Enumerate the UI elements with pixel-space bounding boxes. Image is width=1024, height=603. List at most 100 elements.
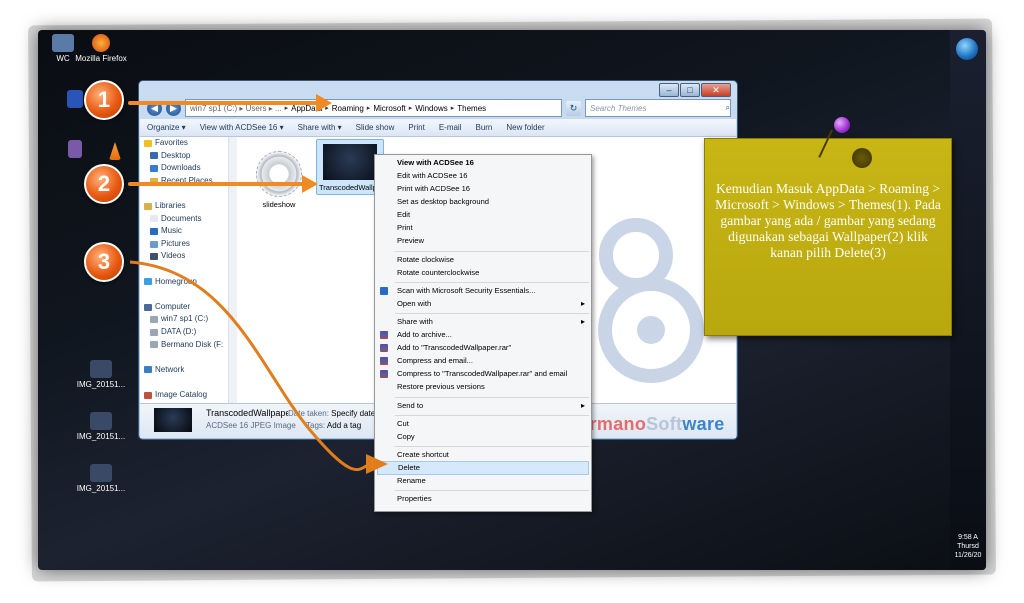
menu-edit[interactable]: Edit [375,209,591,221]
menu-properties[interactable]: Properties [375,493,591,505]
desktop-icon-vlc[interactable] [88,142,142,162]
nav-libraries[interactable]: Libraries [140,200,228,213]
system-clock[interactable]: 9:58 A Thursd 11/26/20 [950,533,986,560]
breadcrumb-roaming[interactable]: Roaming [332,104,364,113]
menu-compress-email[interactable]: Compress and email... [375,355,591,367]
arrow-head-2 [302,175,318,193]
search-icon: ⌕ [725,103,730,112]
menu-add-rar[interactable]: Add to "TranscodedWallpaper.rar" [375,342,591,354]
menu-print[interactable]: Print [375,222,591,234]
menu-send-to[interactable]: Send to [375,400,591,412]
menu-scan[interactable]: Scan with Microsoft Security Essentials.… [375,285,591,297]
menu-delete[interactable]: Delete [377,461,589,475]
context-menu: View with ACDSee 16 Edit with ACDSee 16 … [374,154,592,512]
arrow-step-2 [128,182,304,186]
menu-label: Compress to "TranscodedWallpaper.rar" an… [397,369,568,378]
start-button[interactable] [956,38,978,60]
print-button[interactable]: Print [401,123,431,132]
minimize-button[interactable]: – [659,83,679,97]
menu-rotate-cw[interactable]: Rotate clockwise [375,254,591,266]
image-file-icon [90,360,112,378]
nav-documents[interactable]: Documents [140,213,228,226]
menu-preview[interactable]: Preview [375,235,591,247]
menu-label: Add to "TranscodedWallpaper.rar" [397,343,512,352]
menu-separator [395,446,589,447]
menu-print-acdsee[interactable]: Print with ACDSee 16 [375,183,591,195]
menu-copy[interactable]: Copy [375,431,591,443]
downloads-icon [150,164,158,172]
menu-separator [395,251,589,252]
menu-set-desktop-bg[interactable]: Set as desktop background [375,196,591,208]
menu-add-archive[interactable]: Add to archive... [375,329,591,341]
breadcrumb-separator: ▸ [450,105,455,112]
desktop-icon-firefox[interactable]: Mozilla Firefox [74,34,128,63]
nav-label: Music [161,226,182,236]
organize-button[interactable]: Organize ▾ [140,123,193,132]
breadcrumb-separator: ▸ [408,105,413,112]
menu-share-with[interactable]: Share with [375,316,591,328]
menu-restore-versions[interactable]: Restore previous versions [375,381,591,393]
desktop-icon-label: Mozilla Firefox [75,54,127,63]
settings-file-icon [256,151,302,197]
slide-show-button[interactable]: Slide show [349,123,402,132]
menu-scan-label: Scan with Microsoft Security Essentials.… [397,286,536,295]
file-label: slideshow [262,200,296,209]
burn-button[interactable]: Burn [468,123,499,132]
nav-pictures[interactable]: Pictures [140,238,228,251]
arrow-step-3-curve [129,260,388,474]
nav-desktop[interactable]: Desktop [140,150,228,163]
menu-cut[interactable]: Cut [375,418,591,430]
menu-label: Compress and email... [397,356,473,365]
menu-separator [395,397,589,398]
close-button[interactable]: ✕ [701,83,731,97]
breadcrumb-windows[interactable]: Windows [415,104,447,113]
breadcrumb-microsoft[interactable]: Microsoft [373,104,405,113]
pin-hole-icon [852,148,872,168]
note-text: Kemudian Masuk AppData > Roaming > Micro… [715,181,941,260]
bermano-logo-icon [598,218,704,383]
share-with-button[interactable]: Share with ▾ [291,123,349,132]
music-icon [150,227,158,235]
menu-rotate-ccw[interactable]: Rotate counterclockwise [375,267,591,279]
clock-date: 11/26/20 [954,552,982,559]
nav-label: Desktop [161,150,191,160]
nav-label: Downloads [161,163,201,173]
desktop-icon-label: WC [56,54,70,63]
nav-label: Pictures [161,238,190,248]
documents-icon [150,215,158,223]
file-slideshow[interactable]: slideshow [248,149,310,209]
maximize-button[interactable]: □ [680,83,700,97]
search-input[interactable]: Search Themes ⌕ [585,99,731,117]
breadcrumb-themes[interactable]: Themes [457,104,486,113]
desktop-icon-label: IMG_20151... [76,432,126,441]
taskbar: 9:58 A Thursd 11/26/20 [950,30,986,570]
nav-downloads[interactable]: Downloads [140,162,228,175]
command-toolbar: Organize ▾ View with ACDSee 16 ▾ Share w… [140,119,736,137]
menu-rename[interactable]: Rename [375,475,591,487]
watermark-part3: ware [682,414,725,434]
clock-time: 9:58 A [958,534,978,541]
view-with-acdsee-button[interactable]: View with ACDSee 16 ▾ [193,123,291,132]
menu-view-acdsee[interactable]: View with ACDSee 16 [375,157,591,169]
app-icon [67,90,83,108]
step-badge-2: 2 [84,164,124,204]
refresh-button[interactable]: ↻ [566,100,581,116]
nav-music[interactable]: Music [140,225,228,238]
desktop-icon-label: IMG_20151... [76,380,126,389]
arrow-head-1 [316,94,332,112]
menu-compress-rar-email[interactable]: Compress to "TranscodedWallpaper.rar" an… [375,368,591,380]
new-folder-button[interactable]: New folder [499,123,551,132]
email-button[interactable]: E-mail [432,123,469,132]
menu-create-shortcut[interactable]: Create shortcut [375,449,591,461]
vlc-icon [109,142,121,160]
firefox-icon [92,34,110,52]
menu-edit-acdsee[interactable]: Edit with ACDSee 16 [375,170,591,182]
step-badge-1: 1 [84,80,124,120]
image-file-icon [90,412,112,430]
nav-favorites[interactable]: Favorites [140,137,228,150]
wallpaper-thumbnail [323,144,377,180]
menu-open-with[interactable]: Open with [375,298,591,310]
menu-label: Add to archive... [397,330,452,339]
library-icon [144,202,152,210]
